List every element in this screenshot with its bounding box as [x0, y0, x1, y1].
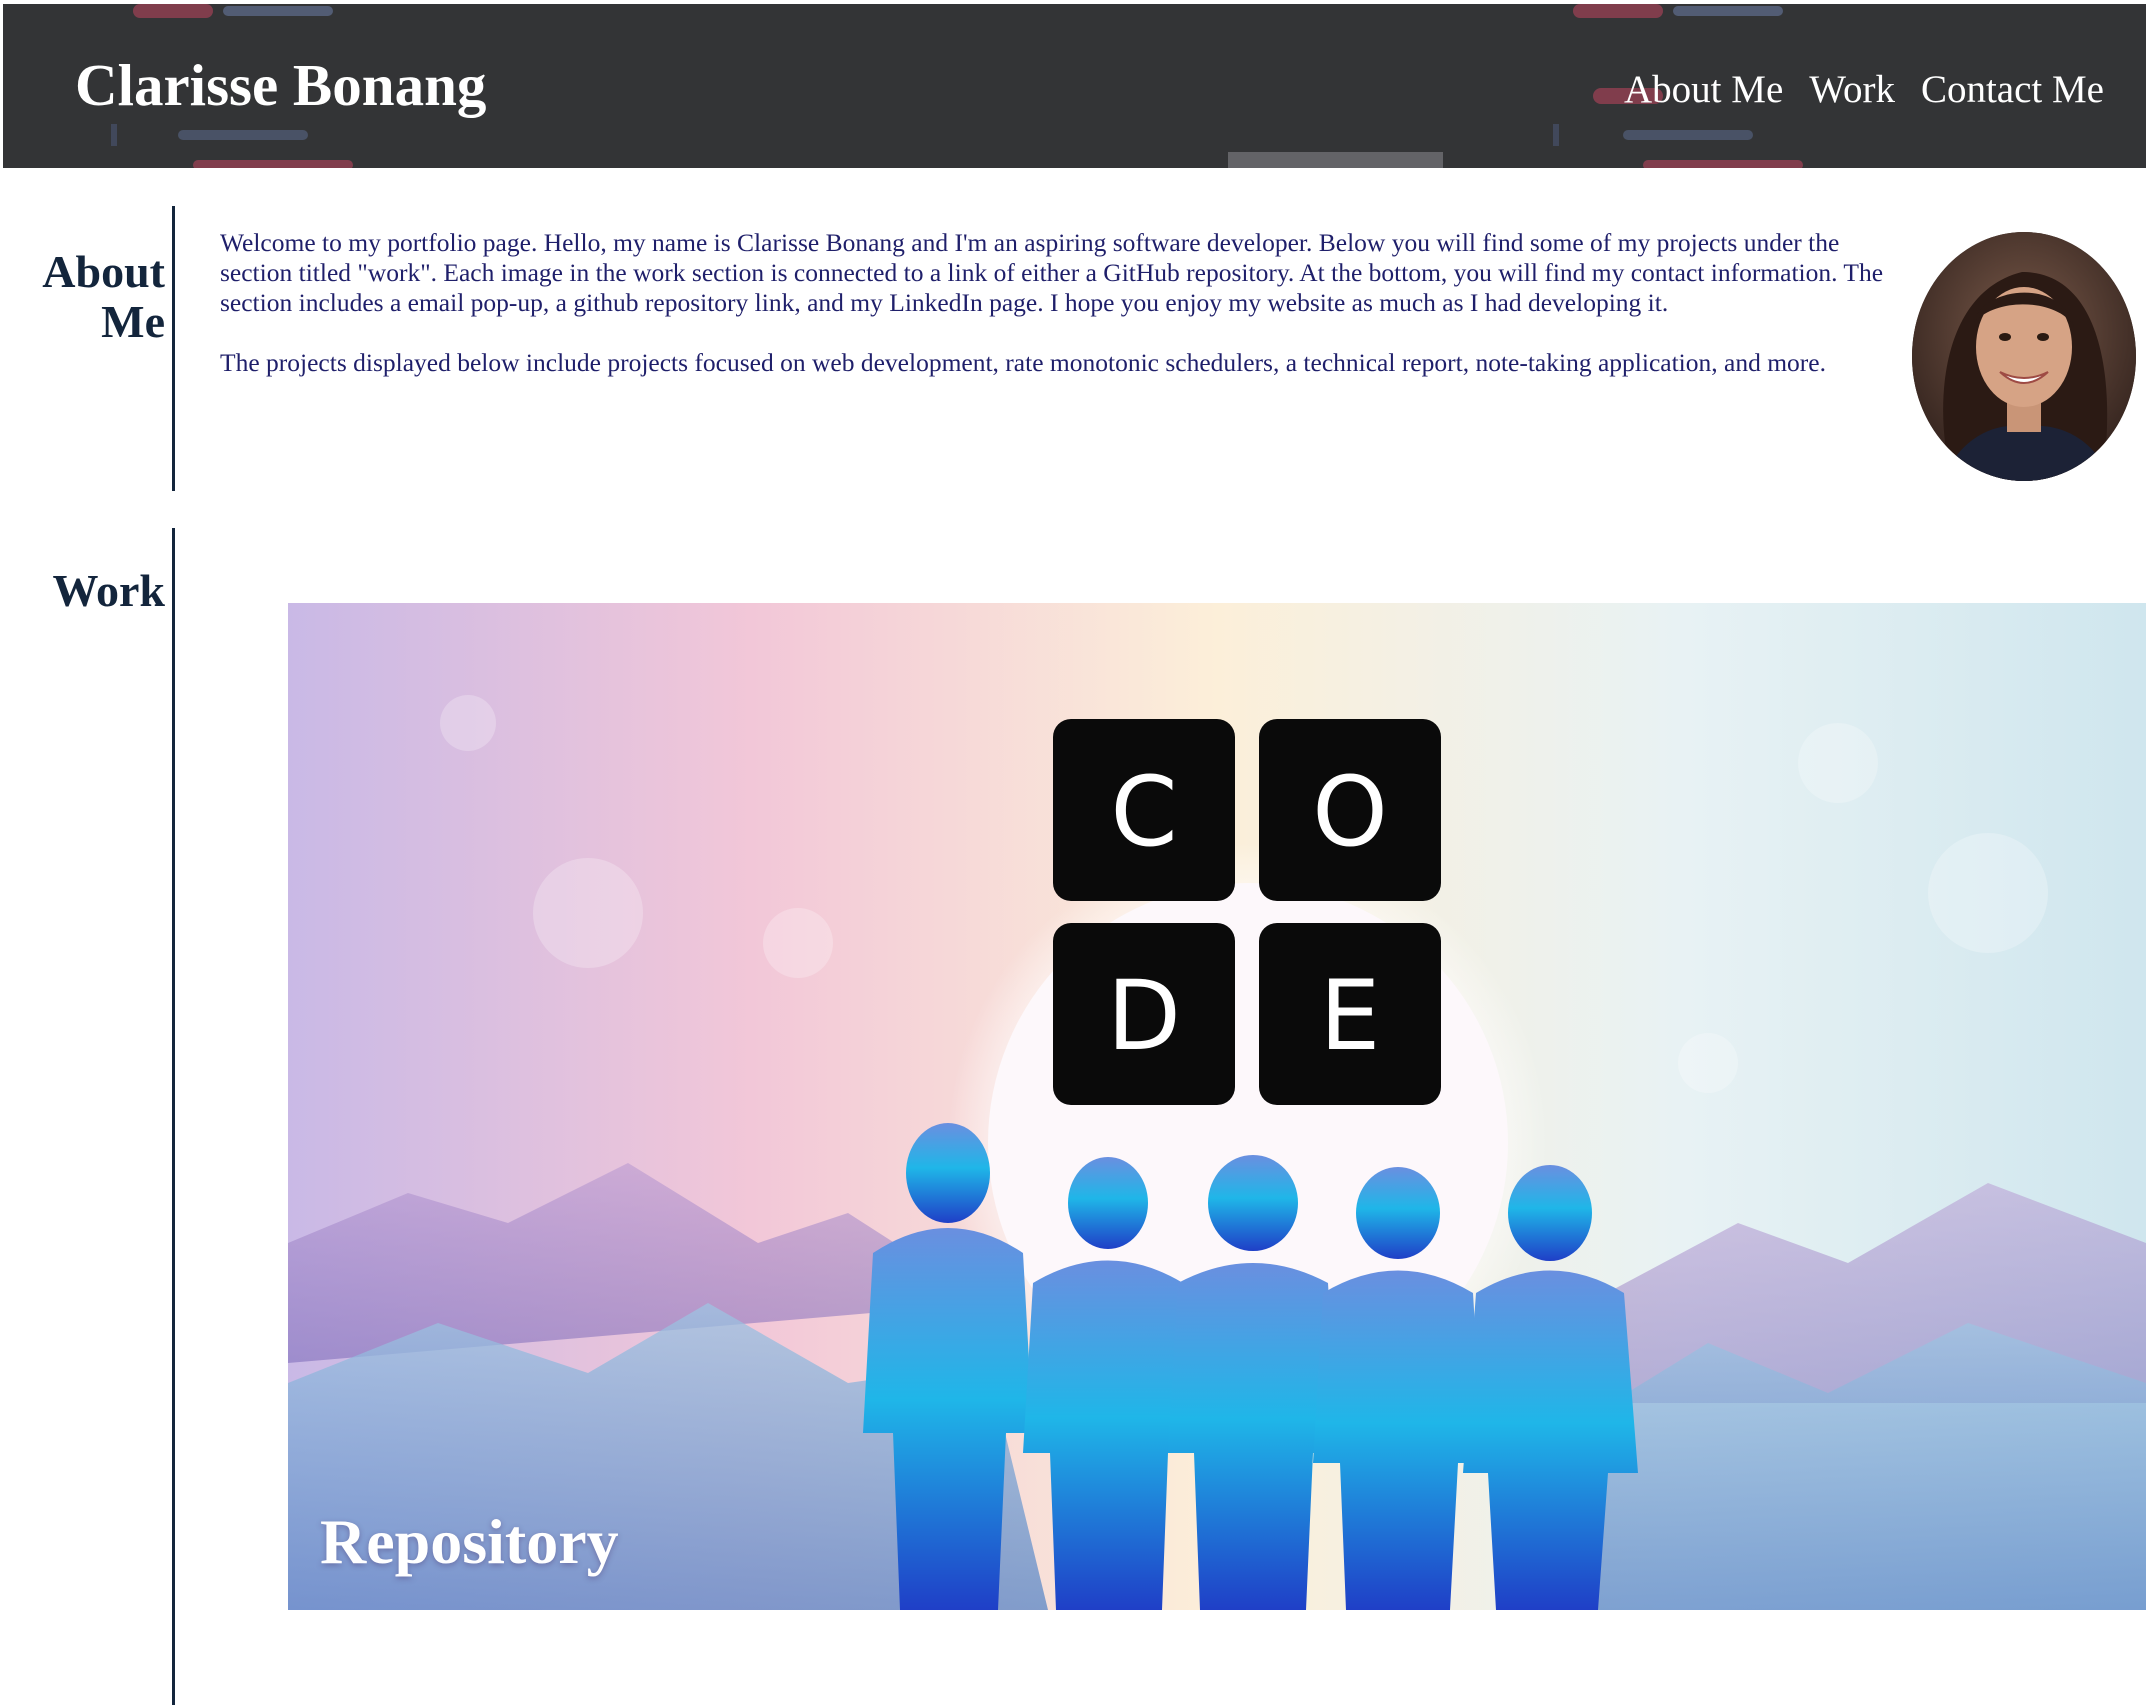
about-heading-line-1: About [42, 246, 165, 297]
profile-photo [1912, 232, 2136, 481]
code-logo-letter-d: D [1107, 960, 1181, 1072]
project-image: C O D E [288, 603, 2146, 1610]
nav-link-contact-me[interactable]: Contact Me [1921, 70, 2104, 109]
site-title: Clarisse Bonang [75, 52, 487, 118]
profile-photo-image [1912, 232, 2136, 481]
about-heading-line-2: Me [101, 296, 165, 347]
about-text: Welcome to my portfolio page. Hello, my … [220, 228, 1900, 408]
work-divider [172, 528, 175, 1705]
about-paragraph-1: Welcome to my portfolio page. Hello, my … [220, 228, 1884, 317]
site-header: Clarisse Bonang About Me Work Contact Me [3, 4, 2146, 168]
code-logo-letter-c: C [1110, 756, 1177, 868]
project-card-repository-link[interactable]: C O D E Repository [288, 603, 2146, 1610]
code-logo-letter-o: O [1312, 756, 1388, 868]
work-heading: Work [52, 565, 165, 616]
project-caption: Repository [320, 1506, 619, 1577]
about-divider [172, 206, 175, 491]
nav-link-work[interactable]: Work [1809, 70, 1895, 109]
about-paragraph-2: The projects displayed below include pro… [220, 348, 1826, 377]
main-nav: About Me Work Contact Me [1624, 70, 2104, 109]
nav-link-about-me[interactable]: About Me [1624, 70, 1783, 109]
about-heading: About Me [20, 247, 165, 347]
code-logo-letter-e: E [1320, 960, 1381, 1072]
